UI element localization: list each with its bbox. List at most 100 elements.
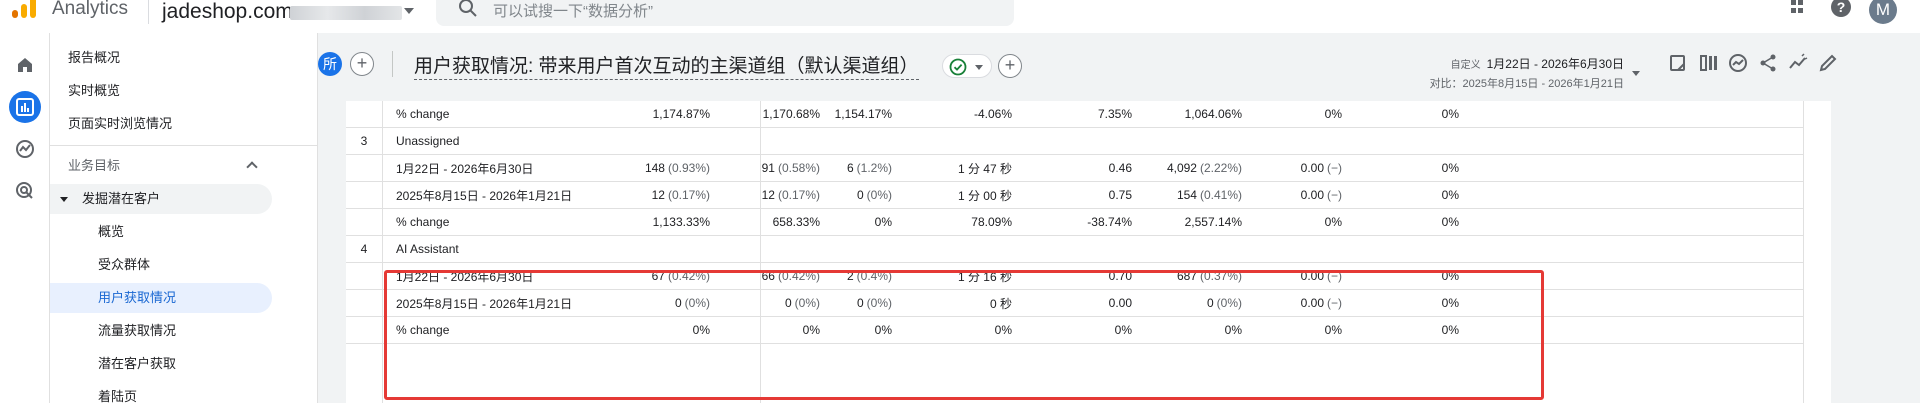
table-cell: 0.00 (−) [1301, 182, 1342, 208]
search-bar[interactable]: 可以试搜一下“数据分析” [436, 0, 1014, 26]
row-label: 1月22日 - 2026年6月30日 [396, 269, 534, 284]
cell-share: (1.2%) [856, 161, 892, 175]
table-row[interactable]: 2025年8月15日 - 2026年1月21日 12 (0.17%) 12 (0.17%… [346, 182, 1803, 209]
share-icon[interactable] [1758, 53, 1778, 73]
report-nav: 报告概况 实时概览 页面实时浏览情况 业务目标 发掘潜在客户 概览 受众群体 用… [50, 33, 318, 403]
cell-value: 0.00 [1300, 269, 1324, 283]
trend-icon[interactable] [1788, 53, 1808, 73]
cell-value: 0 [674, 296, 682, 310]
reports-icon[interactable] [9, 91, 41, 123]
table-cell: 6 (1.2%) [847, 155, 892, 181]
help-icon[interactable]: ? [1830, 0, 1852, 18]
avatar[interactable]: M [1869, 0, 1897, 24]
apps-grid-icon[interactable] [1789, 0, 1809, 16]
row-label: Unassigned [396, 134, 460, 148]
nav-item-realtime-overview[interactable]: 实时概览 [50, 76, 272, 106]
cell-value: 0.00 [1300, 188, 1324, 202]
nav-group-business-objectives[interactable]: 业务目标 [50, 151, 272, 181]
table-row[interactable]: % change 1,133.33% 658.33% 0% 78.09% -38.74% 2… [346, 209, 1803, 236]
cell-value: 0% [1441, 161, 1459, 175]
nav-item-generate-leads[interactable]: 发掘潜在客户 [50, 184, 272, 214]
cell-share: (0%) [866, 296, 892, 310]
nav-item-landing-page[interactable]: 着陆页 [50, 382, 272, 403]
table-row[interactable]: 1月22日 - 2026年6月30日 67 (0.42%) 66 (0.42%) 2 (0.… [346, 263, 1803, 290]
cell-value: 1 分 16 秒 [957, 269, 1012, 284]
check-circle-icon [949, 58, 967, 76]
cell-value: 0% [1324, 215, 1342, 229]
cell-value: -38.74% [1087, 215, 1132, 229]
row-index: 4 [360, 242, 368, 256]
table-cell: 1,170.68% [763, 101, 820, 127]
table-cell: 0% [1442, 182, 1459, 208]
nav-item-audience[interactable]: 受众群体 [50, 250, 272, 280]
edit-comparison-icon[interactable] [1668, 53, 1688, 73]
cell-value: 0.00 [1300, 161, 1324, 175]
cell-value: 0.46 [1108, 161, 1132, 175]
table-group-row[interactable]: 3 Unassigned [346, 128, 1803, 155]
cell-value: 2 [846, 269, 854, 283]
row-label: % change [396, 323, 450, 337]
cell-value: 0.00 [1300, 296, 1324, 310]
cell-value: 0% [874, 323, 892, 337]
chevron-down-icon[interactable] [1632, 71, 1640, 76]
cell-value: 0 [856, 296, 864, 310]
chevron-down-icon[interactable] [404, 8, 414, 14]
comparison-chip-all[interactable]: 所 [318, 52, 342, 76]
cell-share: (0.17%) [667, 188, 710, 202]
advertising-icon[interactable] [9, 175, 41, 207]
table-row[interactable]: % change 0% 0% 0% 0% 0% 0% 0% 0% [346, 317, 1803, 344]
edit-pencil-icon[interactable] [1818, 53, 1838, 73]
table-cell: 0% [1442, 155, 1459, 181]
page-title[interactable]: 用户获取情况: 带来用户首次互动的主渠道组（默认渠道组） [414, 51, 919, 80]
table-cell: 1,064.06% [1185, 101, 1242, 127]
cell-value: 0 [784, 296, 792, 310]
insights-icon[interactable] [1728, 53, 1748, 73]
cell-value: 0 [1206, 296, 1214, 310]
cell-share: (0%) [794, 296, 820, 310]
cell-value: 1 分 00 秒 [957, 188, 1012, 203]
nav-item-user-acquisition[interactable]: 用户获取情况 [50, 283, 272, 313]
table-cell: 2 (0.4%) [847, 263, 892, 289]
table-row[interactable]: 2025年8月15日 - 2026年1月21日 0 (0%) 0 (0%) 0 (0%) 0 … [346, 290, 1803, 317]
cell-value: 2,557.14% [1184, 215, 1242, 229]
cell-value: 0% [1441, 188, 1459, 202]
table-group-row[interactable]: 4 AI Assistant [346, 236, 1803, 263]
cell-value: 0% [1441, 323, 1459, 337]
explore-icon[interactable] [9, 133, 41, 165]
table-cell: 1 分 00 秒 [958, 182, 1012, 208]
table-cell: 0% [1442, 101, 1459, 127]
cell-value: 0.70 [1108, 269, 1132, 283]
row-label: 2025年8月15日 - 2026年1月21日 [396, 188, 573, 203]
nav-item-label: 发掘潜在客户 [82, 191, 161, 206]
table-cell: 0% [1225, 317, 1242, 343]
nav-item-realtime-pages[interactable]: 页面实时浏览情况 [50, 109, 272, 139]
table-cell: 0% [875, 317, 892, 343]
cell-share: (−) [1327, 161, 1342, 175]
table-cell: 0.00 [1109, 290, 1132, 316]
compare-columns-icon[interactable] [1699, 53, 1719, 73]
search-icon [459, 0, 477, 17]
table-cell: 687 (0.37%) [1177, 263, 1242, 289]
cell-value: 0% [1324, 323, 1342, 337]
table-cell: 0 (0%) [1207, 290, 1242, 316]
add-comparison-button[interactable]: + [350, 52, 374, 76]
table-cell: 12 (0.17%) [652, 182, 710, 208]
date-range-picker[interactable]: 自定义 1月22日 - 2026年6月30日 对比：2025年8月15日 - 20… [1424, 55, 1624, 91]
home-icon[interactable] [9, 49, 41, 81]
nav-item-traffic-acquisition[interactable]: 流量获取情况 [50, 316, 272, 346]
cell-value: 0% [1441, 215, 1459, 229]
add-filter-button[interactable]: + [998, 54, 1022, 78]
table-row[interactable]: 1月22日 - 2026年6月30日 148 (0.93%) 91 (0.58%) 6 (1… [346, 155, 1803, 182]
search-placeholder: 可以试搜一下“数据分析” [493, 3, 653, 20]
account-selector[interactable]: jadeshop.com [162, 0, 293, 24]
nav-item-overview[interactable]: 概览 [50, 217, 272, 247]
table-cell: 0.00 (−) [1301, 263, 1342, 289]
data-table: % change 1,174.87% 1,170.68% 1,154.17% -4.06… [346, 101, 1831, 403]
table-cell: 0% [875, 209, 892, 235]
report-status-dropdown[interactable] [942, 54, 992, 78]
cell-value: 0 [856, 188, 864, 202]
nav-item-lead-acquisition[interactable]: 潜在客户获取 [50, 349, 272, 379]
row-label: AI Assistant [396, 242, 459, 256]
nav-item-reports-snapshot[interactable]: 报告概况 [50, 43, 272, 73]
table-row[interactable]: % change 1,174.87% 1,170.68% 1,154.17% -4.06… [346, 101, 1803, 128]
